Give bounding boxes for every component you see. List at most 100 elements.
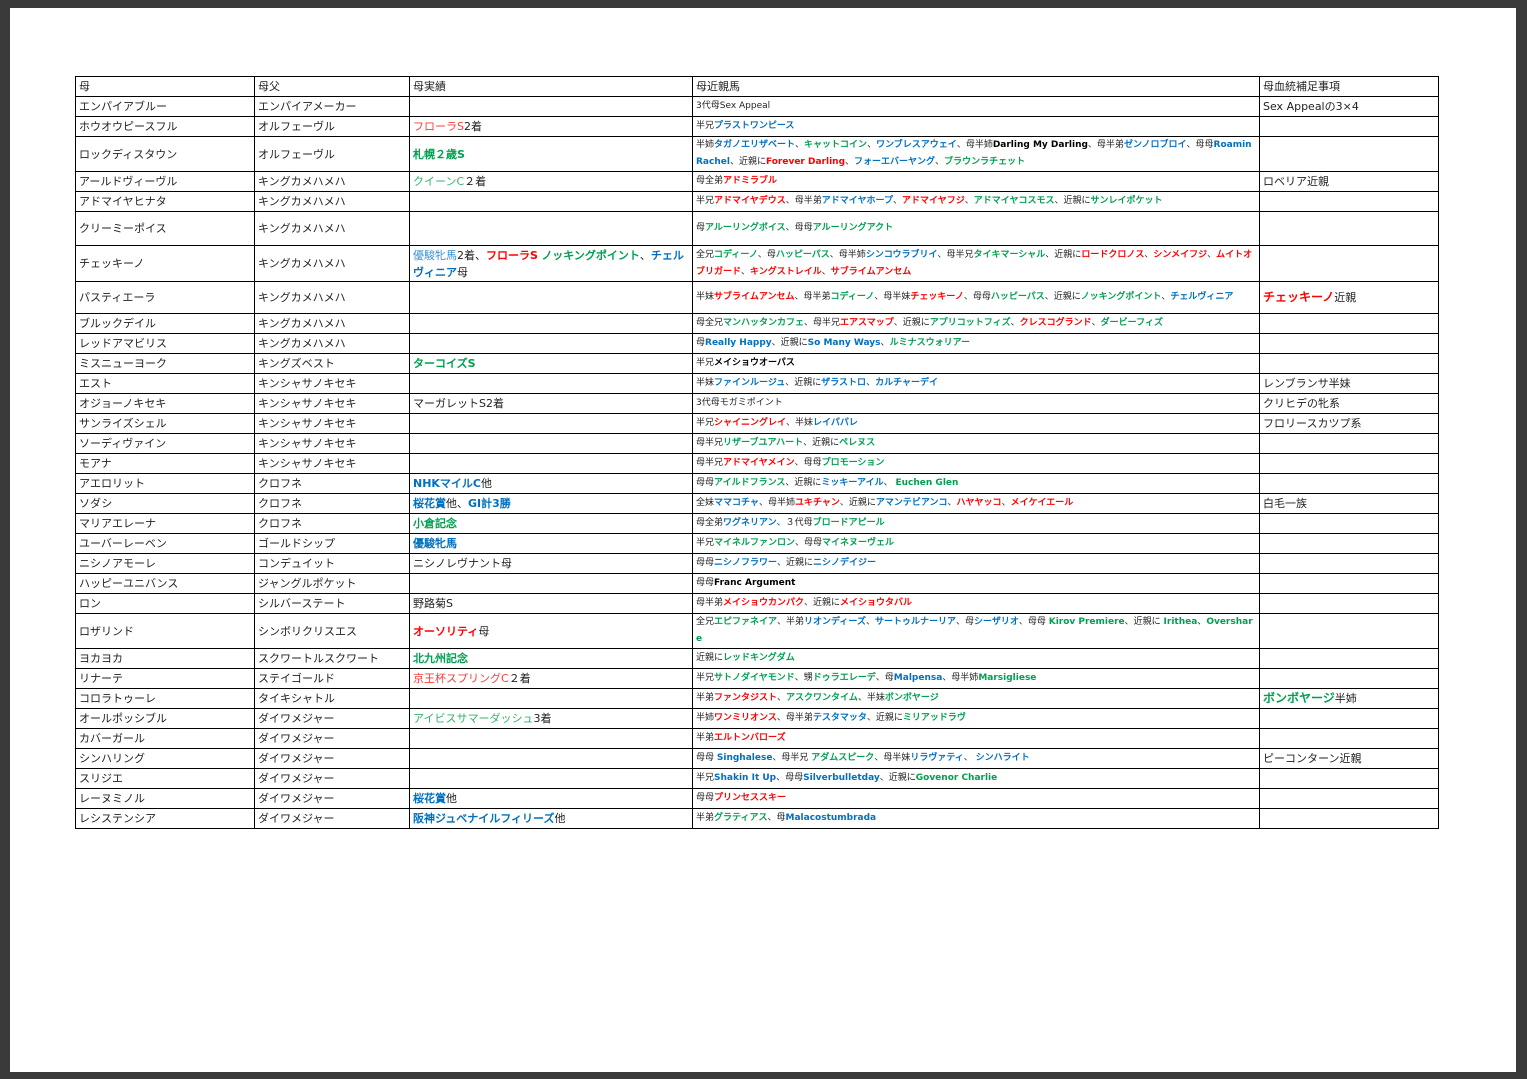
cell-dam-sire[interactable]: クロフネ — [254, 473, 410, 494]
cell-pedigree-note[interactable]: Sex Appealの3×4 — [1259, 96, 1439, 117]
cell-dam-sire[interactable]: キングズベスト — [254, 353, 410, 374]
cell-dam-relatives[interactable]: 半兄マイネルファンロン、母母マイネヌーヴェル — [692, 533, 1260, 554]
cell-dam-relatives[interactable]: 近親にレッドキングダム — [692, 648, 1260, 669]
cell-dam-sire[interactable]: クロフネ — [254, 493, 410, 514]
cell-pedigree-note[interactable] — [1259, 453, 1439, 474]
cell-dam[interactable]: コロラトゥーレ — [75, 688, 255, 709]
cell-dam[interactable]: ソーディヴァイン — [75, 433, 255, 454]
cell-pedigree-note[interactable] — [1259, 788, 1439, 809]
cell-pedigree-note[interactable] — [1259, 708, 1439, 729]
cell-dam-record[interactable] — [409, 768, 693, 789]
cell-dam-record[interactable] — [409, 313, 693, 334]
cell-dam-record[interactable] — [409, 333, 693, 354]
cell-dam-relatives[interactable]: 母半兄アドマイヤメイン、母母プロモーション — [692, 453, 1260, 474]
cell-dam-record[interactable]: 北九州記念 — [409, 648, 693, 669]
cell-pedigree-note[interactable]: チェッキーノ近親 — [1259, 281, 1439, 314]
cell-dam-sire[interactable]: シルバーステート — [254, 593, 410, 614]
cell-dam-sire[interactable]: コンデュイット — [254, 553, 410, 574]
cell-dam-sire[interactable]: シンボリクリスエス — [254, 613, 410, 649]
cell-dam[interactable]: レーヌミノル — [75, 788, 255, 809]
cell-dam-record[interactable] — [409, 191, 693, 212]
cell-dam-sire[interactable]: ダイワメジャー — [254, 708, 410, 729]
cell-dam[interactable]: ミスニューヨーク — [75, 353, 255, 374]
cell-dam-record[interactable]: 優駿牝馬 — [409, 533, 693, 554]
cell-dam-record[interactable]: 小倉記念 — [409, 513, 693, 534]
cell-dam-record[interactable] — [409, 453, 693, 474]
cell-dam[interactable]: アールドヴィーヴル — [75, 171, 255, 192]
cell-dam-relatives[interactable]: 半妹ファインルージュ、近親にザラストロ、カルチャーデイ — [692, 373, 1260, 394]
header-dam-sire[interactable]: 母父 — [254, 76, 410, 97]
cell-dam-relatives[interactable]: 全妹ママコチャ、母半姉ユキチャン、近親にアマンテビアンコ、ハヤヤッコ、メイケイエ… — [692, 493, 1260, 514]
cell-dam-sire[interactable]: キングカメハメハ — [254, 171, 410, 192]
cell-dam[interactable]: ユーバーレーベン — [75, 533, 255, 554]
cell-pedigree-note[interactable] — [1259, 136, 1439, 172]
cell-dam-relatives[interactable]: 母半兄リザーブユアハート、近親にペレヌス — [692, 433, 1260, 454]
cell-dam-relatives[interactable]: 母母 Singhalese、母半兄 アダムスピーク、母半妹リラヴァティ、 シンハ… — [692, 748, 1260, 769]
cell-pedigree-note[interactable]: フロリースカツプ系 — [1259, 413, 1439, 434]
cell-dam-relatives[interactable]: 半姉ワンミリオンス、母半弟テスタマッタ、近親にミリアッドラヴ — [692, 708, 1260, 729]
cell-dam[interactable]: ロン — [75, 593, 255, 614]
cell-dam-relatives[interactable]: 半兄アドマイヤデウス、母半弟アドマイヤホープ、アドマイヤフジ、アドマイヤコスモス… — [692, 191, 1260, 212]
cell-dam-sire[interactable]: ダイワメジャー — [254, 748, 410, 769]
cell-dam-record[interactable] — [409, 433, 693, 454]
cell-pedigree-note[interactable] — [1259, 808, 1439, 829]
cell-dam[interactable]: エンパイアブルー — [75, 96, 255, 117]
cell-dam-record[interactable]: マーガレットS2着 — [409, 393, 693, 414]
cell-dam[interactable]: アドマイヤヒナタ — [75, 191, 255, 212]
cell-dam-sire[interactable]: キンシャサノキセキ — [254, 453, 410, 474]
cell-dam[interactable]: リナーテ — [75, 668, 255, 689]
cell-dam-sire[interactable]: キングカメハメハ — [254, 281, 410, 314]
cell-dam-record[interactable] — [409, 373, 693, 394]
cell-dam-relatives[interactable]: 全兄エピファネイア、半弟リオンディーズ、サートゥルナーリア、母シーザリオ、母母 … — [692, 613, 1260, 649]
cell-pedigree-note[interactable] — [1259, 613, 1439, 649]
header-dam[interactable]: 母 — [75, 76, 255, 97]
cell-pedigree-note[interactable] — [1259, 573, 1439, 594]
cell-dam-sire[interactable]: エンパイアメーカー — [254, 96, 410, 117]
cell-pedigree-note[interactable] — [1259, 245, 1439, 282]
cell-dam-record[interactable]: 野路菊S — [409, 593, 693, 614]
cell-dam-sire[interactable]: キングカメハメハ — [254, 333, 410, 354]
cell-dam-record[interactable]: 京王杯スプリングC２着 — [409, 668, 693, 689]
cell-dam[interactable]: カバーガール — [75, 728, 255, 749]
cell-dam[interactable]: ブルックデイル — [75, 313, 255, 334]
cell-dam-sire[interactable]: オルフェーヴル — [254, 136, 410, 172]
cell-dam-relatives[interactable]: 母母プリンセススキー — [692, 788, 1260, 809]
cell-dam[interactable]: ニシノアモーレ — [75, 553, 255, 574]
cell-dam-sire[interactable]: ステイゴールド — [254, 668, 410, 689]
cell-dam[interactable]: パスティエーラ — [75, 281, 255, 314]
cell-dam-record[interactable]: 桜花賞他 — [409, 788, 693, 809]
cell-dam-relatives[interactable]: 全兄コディーノ、母ハッピーパス、母半姉シンコウラブリイ、母半兄タイキマーシャル、… — [692, 245, 1260, 282]
cell-pedigree-note[interactable] — [1259, 553, 1439, 574]
cell-dam-sire[interactable]: スクワートルスクワート — [254, 648, 410, 669]
cell-dam-record[interactable] — [409, 728, 693, 749]
cell-dam-record[interactable]: クイーンC２着 — [409, 171, 693, 192]
cell-dam-relatives[interactable]: 半兄サトノダイヤモンド、甥ドゥラエレーデ、母Malpensa、母半姉Marsig… — [692, 668, 1260, 689]
cell-dam-record[interactable]: 優駿牝馬2着、フローラS ノッキングポイント、チェルヴィニア母 — [409, 245, 693, 282]
cell-pedigree-note[interactable] — [1259, 211, 1439, 246]
cell-pedigree-note[interactable] — [1259, 191, 1439, 212]
cell-dam-sire[interactable]: ジャングルポケット — [254, 573, 410, 594]
cell-dam[interactable]: マリアエレーナ — [75, 513, 255, 534]
cell-dam-relatives[interactable]: 半兄シャイニングレイ、半妹レイパパレ — [692, 413, 1260, 434]
header-dam-record[interactable]: 母実績 — [409, 76, 693, 97]
cell-pedigree-note[interactable] — [1259, 333, 1439, 354]
cell-pedigree-note[interactable] — [1259, 593, 1439, 614]
cell-pedigree-note[interactable]: クリヒデの牝系 — [1259, 393, 1439, 414]
cell-pedigree-note[interactable] — [1259, 668, 1439, 689]
cell-dam[interactable]: モアナ — [75, 453, 255, 474]
cell-pedigree-note[interactable] — [1259, 648, 1439, 669]
cell-pedigree-note[interactable]: レンブランサ半妹 — [1259, 373, 1439, 394]
cell-dam-relatives[interactable]: 母母アイルドフランス、近親にミッキーアイル、 Euchen Glen — [692, 473, 1260, 494]
cell-pedigree-note[interactable] — [1259, 728, 1439, 749]
cell-dam-relatives[interactable]: 3代母Sex Appeal — [692, 96, 1260, 117]
cell-dam-sire[interactable]: ゴールドシップ — [254, 533, 410, 554]
cell-pedigree-note[interactable] — [1259, 473, 1439, 494]
cell-dam[interactable]: ロザリンド — [75, 613, 255, 649]
cell-dam-relatives[interactable]: 母半弟メイショウカンパク、近親にメイショウタバル — [692, 593, 1260, 614]
cell-pedigree-note[interactable]: 白毛一族 — [1259, 493, 1439, 514]
cell-dam-sire[interactable]: キングカメハメハ — [254, 211, 410, 246]
cell-dam-relatives[interactable]: 母母Franc Argument — [692, 573, 1260, 594]
cell-dam-sire[interactable]: キングカメハメハ — [254, 313, 410, 334]
cell-dam-relatives[interactable]: 半弟エルトンバローズ — [692, 728, 1260, 749]
cell-pedigree-note[interactable] — [1259, 513, 1439, 534]
